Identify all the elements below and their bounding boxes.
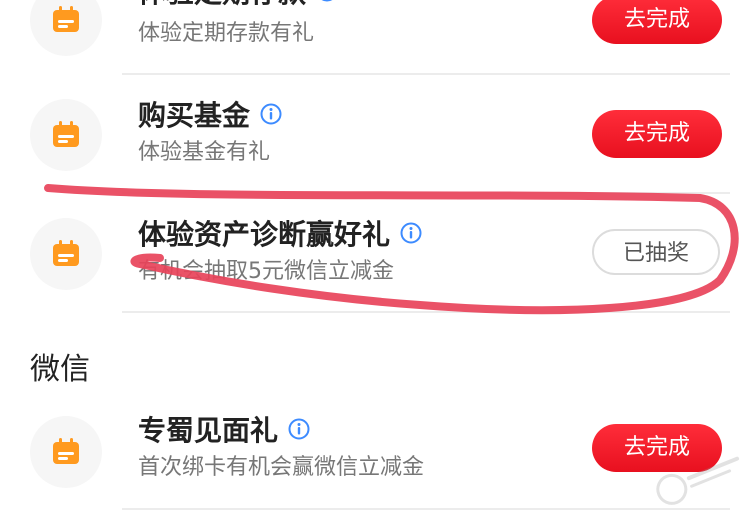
task-title: 专蜀见面礼 (138, 414, 310, 448)
section-title-wechat: 微信 (30, 352, 90, 387)
task-icon-container (30, 416, 102, 488)
task-row-deposit[interactable]: 体验定期存款 体验定期存款有礼 去完成 (0, 0, 750, 78)
task-title-text: 体验定期存款 (138, 0, 306, 9)
task-row-fund[interactable]: 购买基金 体验基金有礼 去完成 (0, 75, 750, 193)
task-subtitle: 有机会抽取5元微信立减金 (138, 259, 394, 284)
task-title: 购买基金 (138, 99, 282, 133)
task-title: 体验资产诊断赢好礼 (138, 218, 422, 252)
info-icon[interactable] (400, 222, 422, 244)
divider (122, 508, 730, 510)
task-subtitle: 体验基金有礼 (138, 140, 271, 165)
info-icon[interactable] (288, 418, 310, 440)
info-icon[interactable] (316, 0, 338, 2)
task-title: 体验定期存款 (138, 0, 338, 10)
go-complete-button[interactable]: 去完成 (592, 0, 722, 44)
task-title-text: 体验资产诊断赢好礼 (138, 218, 391, 251)
info-icon[interactable] (260, 103, 282, 125)
calendar-icon (53, 6, 79, 32)
task-title-text: 购买基金 (138, 99, 251, 132)
task-icon-container (30, 99, 102, 171)
divider (122, 311, 730, 313)
go-complete-button[interactable]: 去完成 (592, 110, 722, 158)
task-list-page: 体验定期存款 体验定期存款有礼 去完成 购买基金 体验基金有礼 去完成 (0, 0, 750, 524)
task-row-wechat-gift[interactable]: 专蜀见面礼 首次绑卡有机会赢微信立减金 去完成 (0, 392, 750, 510)
task-subtitle: 体验定期存款有礼 (138, 21, 315, 46)
task-row-asset-diagnosis[interactable]: 体验资产诊断赢好礼 有机会抽取5元微信立减金 已抽奖 (0, 194, 750, 312)
go-complete-button[interactable]: 去完成 (592, 424, 722, 472)
calendar-icon (53, 240, 79, 266)
task-icon-container (30, 0, 102, 56)
calendar-icon (53, 121, 79, 147)
task-subtitle: 首次绑卡有机会赢微信立减金 (138, 455, 425, 480)
calendar-icon (53, 438, 79, 464)
lottery-done-button[interactable]: 已抽奖 (592, 229, 720, 275)
task-icon-container (30, 218, 102, 290)
task-title-text: 专蜀见面礼 (138, 414, 279, 447)
